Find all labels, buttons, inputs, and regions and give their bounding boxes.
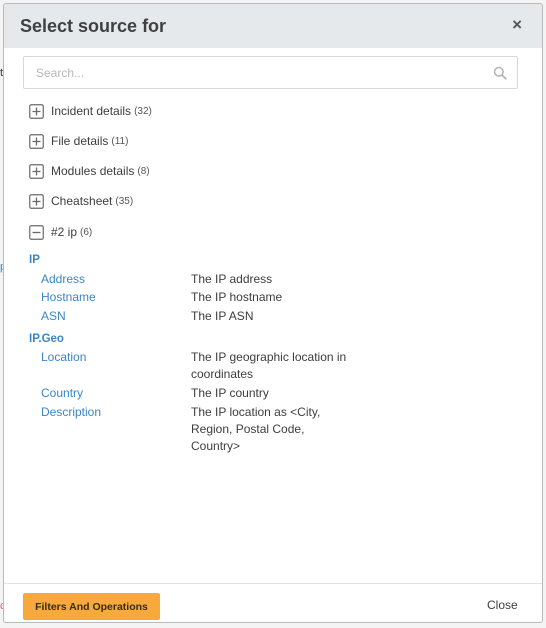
field-key-asn[interactable]: ASN [41, 308, 66, 325]
plus-square-icon[interactable] [29, 133, 44, 149]
dialog-title: Select source for [20, 16, 167, 36]
field-description: The IP location as <City, Region, Postal… [191, 405, 321, 453]
source-item-label: Modules details [51, 164, 135, 178]
field-key-description[interactable]: Description [41, 404, 101, 421]
close-button[interactable]: Close [487, 598, 518, 612]
source-item-count: (11) [111, 135, 129, 147]
source-item-file-details[interactable]: File details (11) [29, 133, 128, 149]
source-item-count: (8) [137, 165, 150, 177]
source-item-label: Incident details [51, 104, 132, 118]
source-item-cheatsheet[interactable]: Cheatsheet (35) [29, 193, 133, 209]
filters-and-operations-button[interactable]: Filters And Operations [23, 593, 160, 620]
source-item-count: (6) [80, 226, 93, 238]
source-item-incident-details[interactable]: Incident details (32) [29, 103, 152, 119]
close-icon[interactable]: × [512, 15, 522, 35]
field-description: The IP hostname [191, 290, 283, 304]
source-item-ip[interactable]: #2 ip (6) [29, 224, 92, 240]
field-key-address[interactable]: Address [41, 271, 85, 288]
field-description: The IP address [191, 272, 273, 286]
field-description: The IP ASN [191, 309, 254, 323]
group-heading-ip: IP [29, 254, 40, 266]
footer-divider [4, 583, 542, 584]
field-key-location[interactable]: Location [41, 349, 86, 366]
dialog-header: Select source for × [4, 4, 542, 48]
field-key-country[interactable]: Country [41, 385, 83, 402]
search-icon[interactable] [493, 66, 507, 80]
plus-square-icon[interactable] [29, 163, 44, 179]
source-item-count: (32) [134, 105, 152, 117]
field-key-hostname[interactable]: Hostname [41, 289, 96, 306]
source-item-label: #2 ip [51, 225, 78, 239]
search-field[interactable] [23, 56, 518, 89]
field-description: The IP geographic location in coordinate… [191, 350, 347, 381]
search-input[interactable] [24, 57, 484, 88]
source-item-label: File details [51, 134, 109, 148]
group-heading-ip-geo: IP.Geo [29, 333, 64, 345]
minus-square-icon[interactable] [29, 224, 44, 240]
source-item-modules-details[interactable]: Modules details (8) [29, 163, 150, 179]
select-source-dialog: Select source for × Incident details (32… [3, 3, 543, 623]
field-description: The IP country [191, 386, 269, 400]
source-item-count: (35) [115, 195, 134, 207]
plus-square-icon[interactable] [29, 193, 44, 209]
plus-square-icon[interactable] [29, 103, 44, 119]
source-item-label: Cheatsheet [51, 194, 113, 208]
